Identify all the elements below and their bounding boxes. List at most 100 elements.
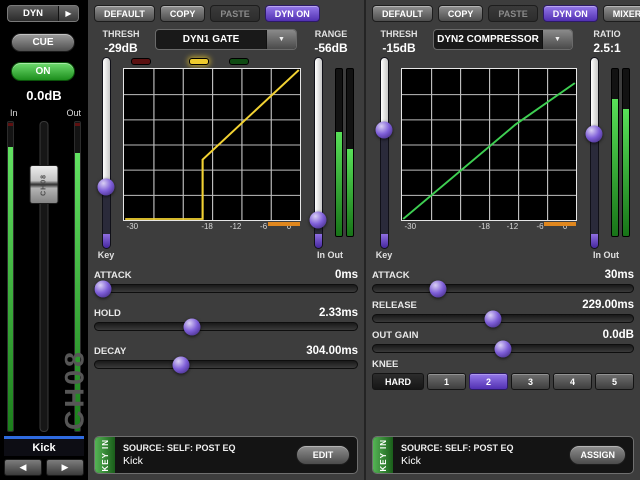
comp-header: THRESH -15dB DYN2 COMPRESSOR ▼ RATIO 2.5… bbox=[372, 29, 634, 55]
gate-in-meter bbox=[335, 68, 343, 237]
gate-led-yellow-icon bbox=[189, 58, 209, 65]
comp-ratio-handle[interactable] bbox=[586, 126, 603, 143]
comp-type-dropdown-arrow-icon[interactable]: ▼ bbox=[542, 30, 572, 49]
comp-dyn-on-button[interactable]: DYN ON bbox=[543, 5, 598, 22]
comp-leds-spacer bbox=[401, 57, 577, 68]
comp-keyin-box: KEY IN SOURCE: SELF: POST EQ Kick ASSIGN bbox=[372, 436, 634, 474]
comp-release-row: RELEASE 229.00ms bbox=[372, 299, 634, 323]
comp-threshold-handle[interactable] bbox=[376, 122, 393, 139]
gate-decay-label: DECAY bbox=[94, 346, 126, 357]
fader-gain-readout: 0.0dB bbox=[0, 88, 88, 103]
gate-dyn-on-button[interactable]: DYN ON bbox=[265, 5, 320, 22]
comp-type-label: DYN2 COMPRESSOR bbox=[434, 34, 542, 45]
comp-copy-button[interactable]: COPY bbox=[438, 5, 484, 22]
gate-keyin-tab: KEY IN bbox=[95, 437, 115, 473]
comp-release-label: RELEASE bbox=[372, 300, 417, 311]
comp-threshold-slider[interactable] bbox=[372, 57, 396, 249]
comp-keyin-assign-button[interactable]: ASSIGN bbox=[569, 445, 626, 465]
gate-paste-button[interactable]: PASTE bbox=[210, 5, 259, 22]
dynamics-panels: DEFAULT COPY PASTE DYN ON THRESH -29dB D… bbox=[88, 0, 640, 480]
channel-in-meter bbox=[7, 121, 14, 432]
gate-range-slider[interactable] bbox=[306, 57, 330, 249]
dyn-view-next-icon[interactable]: ▶ bbox=[58, 6, 78, 21]
prev-channel-button[interactable]: ◀ bbox=[4, 459, 42, 476]
channel-on-button[interactable]: ON bbox=[11, 62, 75, 81]
comp-outgain-slider[interactable] bbox=[372, 344, 634, 353]
gate-led-green-icon bbox=[229, 58, 249, 65]
gate-axis: -30 -18 -12 -6 0 bbox=[123, 221, 301, 233]
cue-button[interactable]: CUE bbox=[11, 33, 75, 52]
gate-hold-handle[interactable] bbox=[183, 318, 200, 335]
gate-thresh-value: -29dB bbox=[94, 41, 148, 55]
gate-decay-value: 304.00ms bbox=[306, 345, 358, 357]
comp-ratio-slider[interactable] bbox=[582, 57, 606, 249]
gate-copy-button[interactable]: COPY bbox=[160, 5, 206, 22]
comp-knee-hard-button[interactable]: HARD bbox=[372, 373, 424, 390]
gate-key-label: Key bbox=[94, 250, 118, 260]
gate-range-handle[interactable] bbox=[310, 211, 327, 228]
comp-knee-3-button[interactable]: 3 bbox=[511, 373, 550, 390]
gate-type-dropdown[interactable]: DYN1 GATE ▼ bbox=[155, 29, 297, 50]
comp-release-slider[interactable] bbox=[372, 314, 634, 323]
gate-decay-handle[interactable] bbox=[173, 356, 190, 373]
comp-in-meter bbox=[611, 68, 619, 237]
comp-knee-row: KNEE HARD 1 2 3 4 5 bbox=[372, 359, 634, 390]
dyn-view-selector[interactable]: DYN ▶ bbox=[7, 5, 79, 22]
gate-attack-row: ATTACK 0ms bbox=[94, 269, 358, 293]
gate-keyin-source-name: Kick bbox=[123, 455, 288, 467]
comp-params: ATTACK 30ms RELEASE 229.00ms bbox=[372, 269, 634, 390]
gate-thresh-label: THRESH bbox=[94, 29, 148, 39]
comp-attack-value: 30ms bbox=[605, 269, 634, 281]
comp-outgain-value: 0.0dB bbox=[603, 329, 634, 341]
comp-outgain-handle[interactable] bbox=[495, 340, 512, 357]
comp-default-button[interactable]: DEFAULT bbox=[372, 5, 433, 22]
next-channel-button[interactable]: ▶ bbox=[46, 459, 84, 476]
comp-outgain-label: OUT GAIN bbox=[372, 330, 418, 341]
comp-type-dropdown[interactable]: DYN2 COMPRESSOR ▼ bbox=[433, 29, 573, 50]
gate-hold-slider[interactable] bbox=[94, 322, 358, 331]
comp-keyin-tab-label: KEY IN bbox=[379, 439, 388, 472]
gate-attack-value: 0ms bbox=[335, 269, 358, 281]
comp-axis-tick: -18 bbox=[478, 222, 490, 231]
gate-keyin-source: SOURCE: SELF: POST EQ bbox=[123, 443, 288, 453]
comp-thresh-value: -15dB bbox=[372, 41, 426, 55]
meter-out-label: Out bbox=[66, 108, 81, 118]
gate-keyin-edit-button[interactable]: EDIT bbox=[296, 445, 350, 465]
gate-threshold-slider[interactable] bbox=[94, 57, 118, 249]
comp-knee-label: KNEE bbox=[372, 359, 398, 370]
gate-under-labels: Key In Out bbox=[94, 250, 358, 260]
comp-panel: DEFAULT COPY PASTE DYN ON MIXER THRESH -… bbox=[364, 0, 640, 480]
mixer-button[interactable]: MIXER bbox=[603, 5, 640, 22]
comp-knee-4-button[interactable]: 4 bbox=[553, 373, 592, 390]
gate-attack-handle[interactable] bbox=[94, 280, 111, 297]
comp-knee-1-button[interactable]: 1 bbox=[427, 373, 466, 390]
comp-knee-5-button[interactable]: 5 bbox=[595, 373, 634, 390]
gate-decay-slider[interactable] bbox=[94, 360, 358, 369]
gate-range-label: RANGE bbox=[304, 29, 358, 39]
prev-channel-icon: ◀ bbox=[20, 462, 27, 473]
comp-outgain-row: OUT GAIN 0.0dB bbox=[372, 329, 634, 353]
comp-release-handle[interactable] bbox=[484, 310, 501, 327]
comp-key-label: Key bbox=[372, 250, 396, 260]
gate-hold-label: HOLD bbox=[94, 308, 121, 319]
gate-type-dropdown-arrow-icon[interactable]: ▼ bbox=[266, 30, 296, 49]
gate-io-meters bbox=[330, 57, 358, 249]
comp-knee-2-button[interactable]: 2 bbox=[469, 373, 508, 390]
gate-out-meter bbox=[346, 68, 354, 237]
gate-attack-slider[interactable] bbox=[94, 284, 358, 293]
gate-threshold-handle[interactable] bbox=[98, 179, 115, 196]
comp-keyin-source-name: Kick bbox=[401, 455, 561, 467]
channel-name-box[interactable]: Kick bbox=[4, 436, 84, 456]
gate-transfer-graph bbox=[123, 68, 301, 221]
comp-attack-handle[interactable] bbox=[430, 280, 447, 297]
gate-axis-tick: -30 bbox=[127, 222, 139, 231]
comp-paste-button[interactable]: PASTE bbox=[488, 5, 537, 22]
comp-attack-slider[interactable] bbox=[372, 284, 634, 293]
comp-thresh-label: THRESH bbox=[372, 29, 426, 39]
gate-panel: DEFAULT COPY PASTE DYN ON THRESH -29dB D… bbox=[88, 0, 364, 480]
comp-out-meter bbox=[622, 68, 630, 237]
fader-handle[interactable]: CH08 bbox=[30, 165, 59, 204]
comp-axis-tick: -30 bbox=[405, 222, 417, 231]
comp-keyin-source: SOURCE: SELF: POST EQ bbox=[401, 443, 561, 453]
gate-default-button[interactable]: DEFAULT bbox=[94, 5, 155, 22]
